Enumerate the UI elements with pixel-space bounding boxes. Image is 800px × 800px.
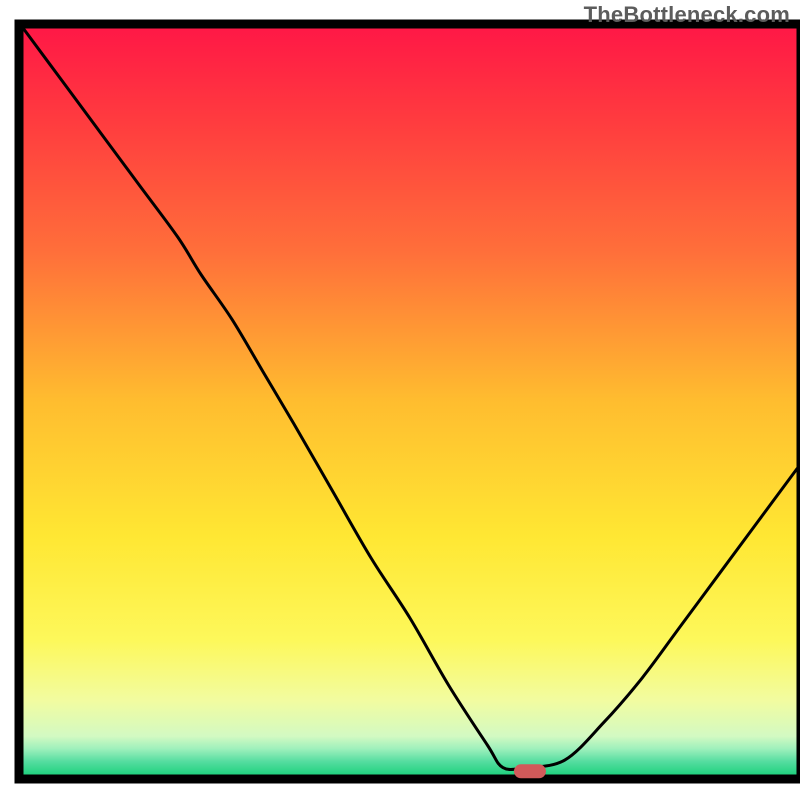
gradient-background (23, 28, 797, 775)
watermark-text: TheBottleneck.com (584, 2, 790, 28)
bottleneck-chart (0, 0, 800, 800)
optimal-point-marker (514, 764, 546, 778)
chart-container: TheBottleneck.com (0, 0, 800, 800)
